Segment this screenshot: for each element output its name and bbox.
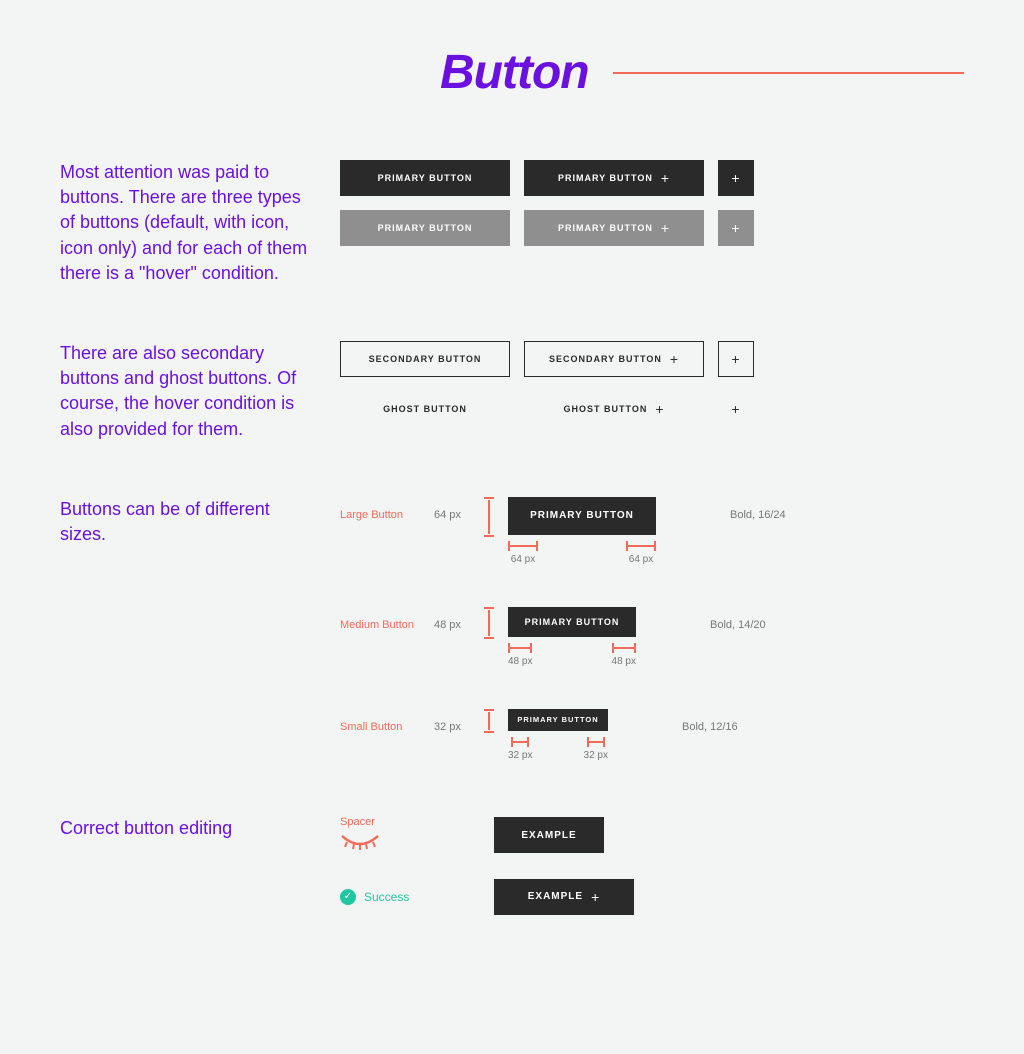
size-medium-sample: PRIMARY BUTTON 48 px 48 px [508, 607, 636, 667]
vertical-measure-icon [484, 607, 494, 639]
secondary-button-with-icon[interactable]: SECONDARY BUTTON + [524, 341, 704, 377]
example-button-label: EXAMPLE [528, 891, 583, 902]
primary-button-label: PRIMARY BUTTON [558, 173, 653, 183]
size-large-label: Large Button [340, 497, 420, 521]
section-editing: Correct button editing Spacer EXAMPLE ✓ [60, 816, 964, 939]
secondary-row: SECONDARY BUTTON SECONDARY BUTTON + + [340, 341, 964, 377]
editing-description: Correct button editing [60, 816, 310, 841]
size-medium-height-value: 48 px [434, 607, 470, 631]
pad-right-measure: 32 px [584, 737, 608, 761]
secondary-button-label: SECONDARY BUTTON [549, 354, 662, 364]
spacer-row: Spacer EXAMPLE [340, 816, 964, 855]
success-indicator: ✓ Success [340, 889, 480, 905]
eye-icon [340, 834, 380, 850]
pad-right-label: 32 px [584, 750, 608, 761]
primary-button-small[interactable]: PRIMARY BUTTON [508, 709, 608, 731]
example-button-with-icon[interactable]: EXAMPLE + [494, 879, 634, 915]
size-small-block: Small Button 32 px PRIMARY BUTTON 32 px … [340, 709, 964, 761]
size-medium-block: Medium Button 48 px PRIMARY BUTTON 48 px… [340, 607, 964, 667]
size-small-height-value: 32 px [434, 709, 470, 733]
size-large-spec: Bold, 16/24 [730, 497, 820, 521]
secondary-button[interactable]: SECONDARY BUTTON [340, 341, 510, 377]
ghost-button-label: GHOST BUTTON [563, 404, 647, 414]
left-col: Most attention was paid to buttons. Ther… [60, 160, 340, 286]
spacer-meta: Spacer [340, 816, 480, 855]
size-large-sample: PRIMARY BUTTON 64 px 64 px [508, 497, 656, 565]
section-secondary-ghost: There are also secondary buttons and gho… [60, 341, 964, 442]
primary-row-default: PRIMARY BUTTON PRIMARY BUTTON + + [340, 160, 964, 196]
right-col: PRIMARY BUTTON PRIMARY BUTTON + + PRIMAR… [340, 160, 964, 246]
size-large-height-value: 64 px [434, 497, 470, 521]
size-medium-spec: Bold, 14/20 [710, 607, 800, 631]
right-col: Spacer EXAMPLE ✓ Success E [340, 816, 964, 939]
size-medium-label: Medium Button [340, 607, 420, 631]
left-col: Correct button editing [60, 816, 340, 841]
pad-left-label: 48 px [508, 656, 532, 667]
success-meta: ✓ Success [340, 889, 480, 905]
pad-right-label: 48 px [612, 656, 636, 667]
size-large-block: Large Button 64 px PRIMARY BUTTON 64 px … [340, 497, 964, 565]
pad-left-measure: 48 px [508, 643, 532, 667]
check-circle-icon: ✓ [340, 889, 356, 905]
size-small-label: Small Button [340, 709, 420, 733]
pad-left-measure: 32 px [508, 737, 532, 761]
success-row: ✓ Success EXAMPLE + [340, 879, 964, 915]
ghost-button[interactable]: GHOST BUTTON [340, 391, 510, 427]
left-col: There are also secondary buttons and gho… [60, 341, 340, 442]
ghost-button-with-icon[interactable]: GHOST BUTTON + [524, 391, 704, 427]
primary-icon-button-hover[interactable]: + [718, 210, 754, 246]
page-title: Button [440, 45, 589, 100]
primary-icon-button[interactable]: + [718, 160, 754, 196]
vertical-measure-icon [484, 497, 494, 537]
left-col: Buttons can be of different sizes. [60, 497, 340, 547]
pad-right-measure: 48 px [612, 643, 636, 667]
right-col: Large Button 64 px PRIMARY BUTTON 64 px … [340, 497, 964, 761]
horizontal-measures: 32 px 32 px [508, 737, 608, 761]
primary-button-with-icon[interactable]: PRIMARY BUTTON + [524, 160, 704, 196]
section-sizes: Buttons can be of different sizes. Large… [60, 497, 964, 761]
secondary-icon-button[interactable]: + [718, 341, 754, 377]
section-primary: Most attention was paid to buttons. Ther… [60, 160, 964, 286]
primary-button-large[interactable]: PRIMARY BUTTON [508, 497, 656, 535]
header-rule [613, 72, 964, 74]
primary-description: Most attention was paid to buttons. Ther… [60, 160, 310, 286]
sizes-description: Buttons can be of different sizes. [60, 497, 310, 547]
primary-button-medium[interactable]: PRIMARY BUTTON [508, 607, 636, 637]
right-col: SECONDARY BUTTON SECONDARY BUTTON + + GH… [340, 341, 964, 427]
size-small-spec: Bold, 12/16 [682, 709, 772, 733]
horizontal-measures: 48 px 48 px [508, 643, 636, 667]
spacer-label: Spacer [340, 816, 480, 828]
pad-left-label: 32 px [508, 750, 532, 761]
ghost-row: GHOST BUTTON GHOST BUTTON + + [340, 391, 964, 427]
page-header: Button [440, 45, 964, 100]
primary-button-label: PRIMARY BUTTON [558, 223, 653, 233]
horizontal-measures: 64 px 64 px [508, 541, 656, 565]
pad-right-label: 64 px [629, 554, 653, 565]
primary-row-hover: PRIMARY BUTTON PRIMARY BUTTON + + [340, 210, 964, 246]
pad-right-measure: 64 px [626, 541, 656, 565]
size-small-sample: PRIMARY BUTTON 32 px 32 px [508, 709, 608, 761]
success-label: Success [364, 890, 409, 904]
example-button[interactable]: EXAMPLE [494, 817, 604, 853]
pad-left-label: 64 px [511, 554, 535, 565]
secondary-description: There are also secondary buttons and gho… [60, 341, 310, 442]
vertical-measure-icon [484, 709, 494, 733]
primary-button[interactable]: PRIMARY BUTTON [340, 160, 510, 196]
pad-left-measure: 64 px [508, 541, 538, 565]
primary-button-hover[interactable]: PRIMARY BUTTON [340, 210, 510, 246]
ghost-icon-button[interactable]: + [718, 391, 754, 427]
primary-button-with-icon-hover[interactable]: PRIMARY BUTTON + [524, 210, 704, 246]
